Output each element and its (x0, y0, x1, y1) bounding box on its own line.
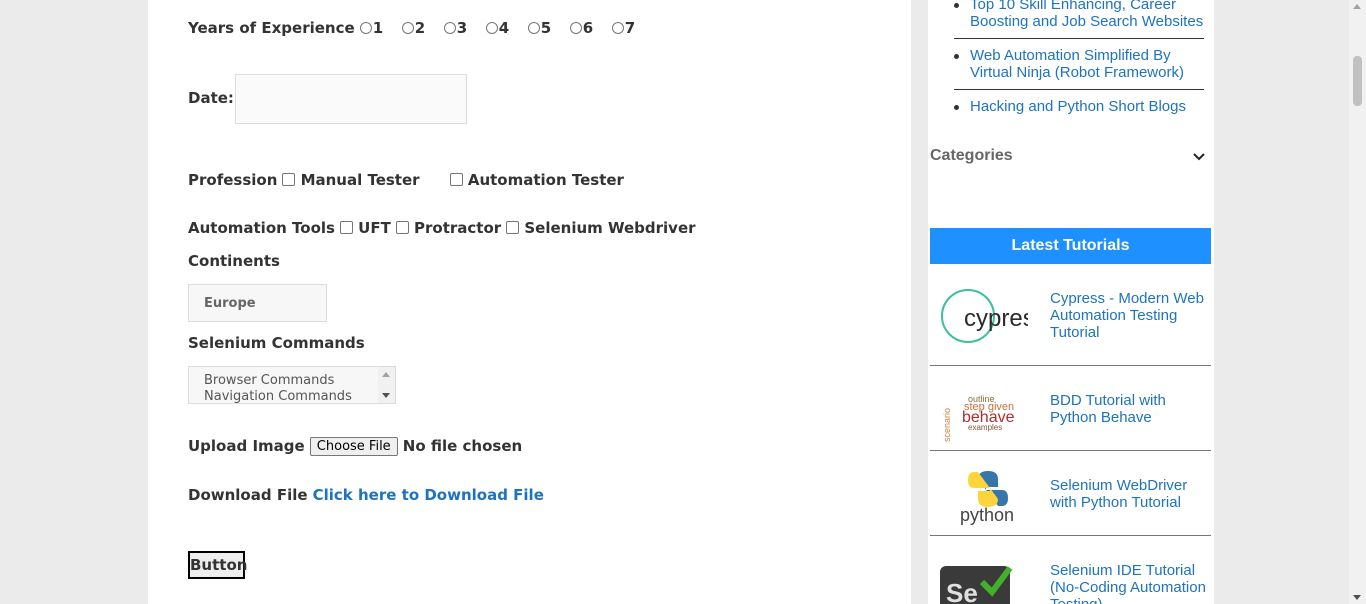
latest-tutorials-header: Latest Tutorials (930, 228, 1211, 264)
listbox-option[interactable]: Browser Commands (204, 373, 380, 389)
main-content: Years of Experience 1 2 3 4 5 6 7 Date: … (148, 0, 911, 604)
categories-toggle[interactable]: Categories (930, 147, 1210, 165)
automation-tester-checkbox[interactable] (449, 173, 463, 186)
experience-option-label: 2 (414, 19, 426, 37)
recent-posts-list: Top 10 Skill Enhancing, Career Boosting … (954, 0, 1204, 131)
sidebar: Top 10 Skill Enhancing, Career Boosting … (928, 0, 1214, 604)
automation-tester-label: Automation Tester (467, 171, 624, 189)
continents-select[interactable]: Europe (188, 284, 327, 322)
profession-label: Profession (188, 171, 278, 189)
scroll-up-arrow-icon[interactable] (1353, 4, 1361, 9)
protractor-label: Protractor (414, 219, 502, 237)
experience-radio-3[interactable] (443, 22, 456, 34)
tutorial-title[interactable]: BDD Tutorial with Python Behave (1050, 392, 1210, 426)
svg-text:python: python (960, 505, 1014, 525)
selenium-webdriver-label: Selenium Webdriver (524, 219, 696, 237)
tutorial-item[interactable]: python Selenium WebDriver with Python Tu… (930, 451, 1211, 536)
continents-label: Continents (188, 252, 280, 270)
tutorial-title[interactable]: Selenium IDE Tutorial (No-Coding Automat… (1050, 562, 1210, 604)
experience-radio-7[interactable] (611, 22, 624, 34)
date-input[interactable] (235, 74, 467, 124)
upload-row: Upload Image Choose File No file chosen (188, 436, 522, 456)
manual-tester-label: Manual Tester (300, 171, 420, 189)
download-label: Download File (188, 486, 308, 504)
choose-file-button[interactable]: Choose File (309, 437, 398, 456)
svg-text:examples: examples (968, 423, 1002, 432)
experience-option-label: 6 (582, 19, 594, 37)
svg-text:Se: Se (946, 578, 978, 604)
experience-row: Years of Experience 1 2 3 4 5 6 7 (188, 18, 654, 37)
experience-option-label: 3 (456, 19, 468, 37)
protractor-checkbox[interactable] (395, 221, 409, 234)
uft-label: UFT (358, 219, 391, 237)
categories-label: Categories (930, 147, 1013, 164)
tutorial-item[interactable]: outline step given behave examples scena… (930, 366, 1211, 451)
experience-option-label: 1 (372, 19, 384, 37)
list-item: Hacking and Python Short Blogs (954, 98, 1204, 123)
scroll-down-arrow-icon[interactable] (382, 393, 390, 398)
scrollbar-thumb[interactable] (1353, 56, 1362, 106)
scroll-down-arrow-icon[interactable] (1353, 595, 1361, 600)
experience-option-label: 7 (624, 19, 636, 37)
profession-row: Profession Manual Tester Automation Test… (188, 170, 624, 189)
sidebar-link[interactable]: Top 10 Skill Enhancing, Career Boosting … (970, 0, 1203, 30)
experience-radio-1[interactable] (359, 22, 372, 34)
experience-radio-5[interactable] (527, 22, 540, 34)
page-scrollbar[interactable] (1349, 0, 1366, 604)
selenium-commands-label: Selenium Commands (188, 334, 365, 352)
experience-radio-2[interactable] (401, 22, 414, 34)
svg-text:cypress: cypress (964, 305, 1028, 332)
selenium-webdriver-checkbox[interactable] (506, 221, 520, 234)
button[interactable]: Button (188, 551, 247, 579)
download-file-link[interactable]: Click here to Download File (313, 486, 544, 504)
automation-tools-row: Automation Tools UFT Protractor Selenium… (188, 218, 696, 237)
cypress-logo-icon: cypress (938, 286, 1047, 346)
tutorial-title[interactable]: Selenium WebDriver with Python Tutorial (1050, 477, 1210, 511)
experience-label: Years of Experience (188, 19, 355, 37)
experience-radio-group: 1 2 3 4 5 6 7 (359, 18, 654, 37)
selenium-logo-icon: Se (938, 562, 1014, 604)
uft-checkbox[interactable] (340, 221, 354, 234)
experience-option-label: 4 (498, 19, 510, 37)
behave-wordcloud-icon: outline step given behave examples scena… (938, 386, 1015, 446)
listbox-option[interactable]: Navigation Commands (204, 389, 380, 403)
sidebar-link[interactable]: Hacking and Python Short Blogs (970, 98, 1186, 115)
chevron-down-icon (1192, 149, 1206, 165)
sidebar-link[interactable]: Web Automation Simplified By Virtual Nin… (970, 47, 1184, 81)
selenium-commands-listbox[interactable]: Browser Commands Navigation Commands (188, 366, 396, 404)
python-logo-icon: python (938, 465, 1014, 525)
file-status: No file chosen (402, 437, 523, 455)
manual-tester-checkbox[interactable] (282, 173, 296, 186)
experience-option-label: 5 (540, 19, 552, 37)
experience-radio-6[interactable] (569, 22, 582, 34)
list-item: Top 10 Skill Enhancing, Career Boosting … (954, 0, 1204, 39)
tutorial-item[interactable]: Se Selenium IDE Tutorial (No-Coding Auto… (930, 536, 1211, 604)
list-item: Web Automation Simplified By Virtual Nin… (954, 47, 1204, 90)
download-row: Download File Click here to Download Fil… (188, 485, 544, 504)
tutorial-item[interactable]: cypress Cypress - Modern Web Automation … (930, 264, 1211, 366)
listbox-scrollbar[interactable] (378, 367, 395, 403)
date-label: Date: (188, 89, 234, 107)
svg-text:scenario: scenario (942, 408, 952, 442)
experience-radio-4[interactable] (485, 22, 498, 34)
scroll-up-arrow-icon[interactable] (382, 372, 390, 377)
upload-label: Upload Image (188, 437, 305, 455)
automation-tools-label: Automation Tools (188, 219, 335, 237)
tutorial-title[interactable]: Cypress - Modern Web Automation Testing … (1050, 290, 1210, 341)
